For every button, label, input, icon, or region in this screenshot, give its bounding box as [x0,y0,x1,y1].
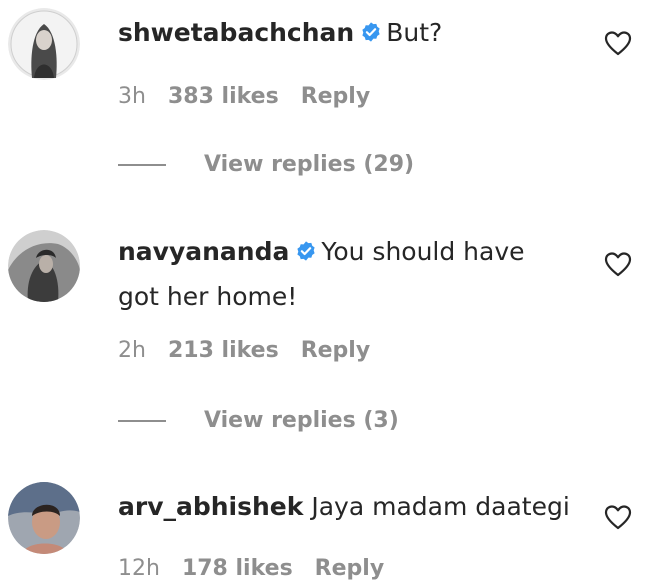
replies-divider [118,163,166,166]
view-replies-button[interactable]: View replies (3) [118,408,399,433]
username[interactable]: arv_abhishek [118,492,303,521]
comment-text: But? [386,18,443,47]
username[interactable]: navyananda [118,237,289,266]
heart-icon[interactable] [604,30,632,56]
comment-text-line2: got her home! [118,282,298,311]
comment-body: shwetabachchan But? [118,10,578,55]
likes-count[interactable]: 213 likes [168,338,279,363]
comment-meta: 12h 178 likes Reply [118,556,384,581]
likes-count[interactable]: 178 likes [182,556,293,581]
avatar-navyananda[interactable] [8,230,80,302]
comment-text: Jaya madam daategi [311,492,570,521]
comment-meta: 2h 213 likes Reply [118,338,370,363]
heart-icon[interactable] [604,251,632,277]
comment-time: 2h [118,338,146,363]
reply-button[interactable]: Reply [301,338,371,363]
view-replies-button[interactable]: View replies (29) [118,152,414,177]
reply-button[interactable]: Reply [315,556,385,581]
view-replies-label[interactable]: View replies (3) [204,408,399,433]
verified-badge-icon [297,241,315,261]
heart-icon[interactable] [604,504,632,530]
verified-badge-icon [362,22,380,42]
comment-text-line1: You should have [321,237,525,266]
reply-button[interactable]: Reply [301,84,371,109]
comment-time: 3h [118,84,146,109]
username[interactable]: shwetabachchan [118,18,354,47]
avatar-shwetabachchan[interactable] [8,8,80,80]
comment-meta: 3h 383 likes Reply [118,84,370,109]
likes-count[interactable]: 383 likes [168,84,279,109]
view-replies-label[interactable]: View replies (29) [204,152,414,177]
avatar-arv-abhishek[interactable] [8,482,80,554]
replies-divider [118,419,166,422]
comment-body: navyananda You should have got her home! [118,229,578,319]
comment-time: 12h [118,556,160,581]
comment-body: arv_abhishek Jaya madam daategi [118,484,578,529]
